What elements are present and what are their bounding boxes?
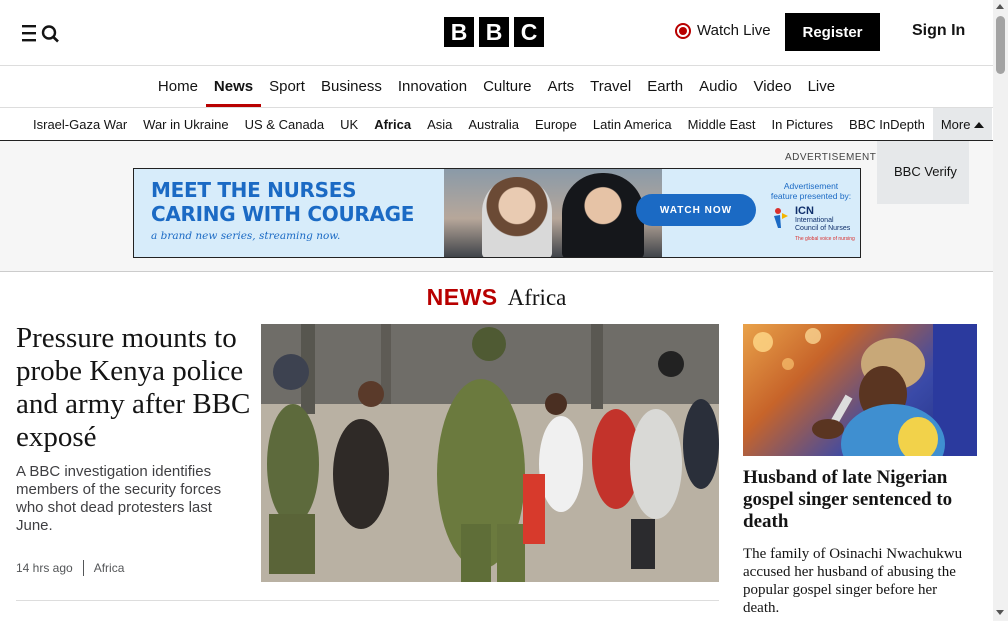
section-divider: [16, 600, 719, 601]
subnav-item-europe[interactable]: Europe: [527, 108, 585, 140]
subnav-item-in-pictures[interactable]: In Pictures: [764, 108, 841, 140]
nav-item-travel[interactable]: Travel: [582, 66, 639, 107]
ad-headline-line2: CARING WITH COURAGE: [151, 202, 415, 226]
ad-feature-line1: Advertisement: [783, 181, 839, 191]
protest-photo: [261, 324, 719, 582]
icn-name-line1: International: [795, 217, 834, 224]
site-header: B B C Watch Live Register Sign In: [0, 0, 993, 66]
menu-icon: [22, 25, 59, 43]
nav-item-innovation[interactable]: Innovation: [390, 66, 475, 107]
caret-up-icon: [974, 122, 985, 128]
nav-item-culture[interactable]: Culture: [475, 66, 539, 107]
lead-story-summary: A BBC investigation identifies members o…: [16, 463, 222, 534]
icn-tagline: The global voice of nursing: [795, 236, 855, 242]
ad-watch-now-button[interactable]: WATCH NOW: [636, 194, 756, 226]
scroll-thumb[interactable]: [996, 16, 1005, 74]
vertical-scrollbar[interactable]: [993, 0, 1008, 621]
ad-headline: MEET THE NURSES CARING WITH COURAGE: [151, 178, 414, 226]
more-menu-button[interactable]: More: [932, 108, 993, 140]
ad-headline-line1: MEET THE NURSES: [151, 178, 357, 202]
watch-live-label: Watch Live: [697, 22, 771, 39]
subnav-item-war-in-ukraine[interactable]: War in Ukraine: [135, 108, 236, 140]
secondary-nav: Israel-Gaza War War in Ukraine US & Cana…: [0, 108, 993, 141]
more-label: More: [940, 117, 971, 132]
subnav-item-us-canada[interactable]: US & Canada: [237, 108, 333, 140]
nav-item-sport[interactable]: Sport: [261, 66, 313, 107]
primary-nav: Home News Sport Business Innovation Cult…: [0, 66, 993, 108]
icn-text: ICN International Council of Nurses The …: [795, 205, 855, 243]
logo-letter: B: [479, 17, 509, 47]
logo-letter: C: [514, 17, 544, 47]
ad-feature-note: Advertisement feature presented by:: [768, 181, 854, 201]
icn-logo: ICN International Council of Nurses The …: [772, 205, 855, 243]
advertisement-banner[interactable]: MEET THE NURSES CARING WITH COURAGE a br…: [133, 168, 861, 258]
lead-story-meta: 14 hrs ago Africa: [16, 560, 124, 576]
subnav-item-latin-america[interactable]: Latin America: [585, 108, 680, 140]
lead-story-title[interactable]: Pressure mounts to probe Kenya police an…: [16, 322, 251, 454]
register-button[interactable]: Register: [785, 13, 880, 51]
scroll-down-icon[interactable]: [996, 610, 1004, 615]
lead-story-tag[interactable]: Africa: [94, 561, 125, 575]
logo-letter: B: [444, 17, 474, 47]
nav-item-news[interactable]: News: [205, 66, 262, 107]
nav-item-live[interactable]: Live: [800, 66, 844, 107]
ad-photo: [444, 169, 662, 257]
side-story-image[interactable]: [743, 324, 977, 456]
icn-logo-icon: [774, 208, 788, 228]
section-brand[interactable]: NEWS: [427, 284, 498, 310]
nav-item-earth[interactable]: Earth: [639, 66, 691, 107]
side-story-title[interactable]: Husband of late Nigerian gospel singer s…: [743, 467, 977, 533]
scroll-up-icon[interactable]: [996, 4, 1004, 9]
menu-search-button[interactable]: [20, 20, 64, 46]
nav-item-video[interactable]: Video: [745, 66, 799, 107]
sign-in-link[interactable]: Sign In: [912, 22, 965, 40]
nav-item-audio[interactable]: Audio: [691, 66, 745, 107]
ad-photo-person: [482, 177, 552, 257]
singer-photo: [753, 324, 977, 456]
advertisement-band: ADVERTISEMENT MEET THE NURSES CARING WIT…: [0, 141, 993, 272]
nav-item-home[interactable]: Home: [150, 66, 206, 107]
subnav-item-africa[interactable]: Africa: [366, 108, 419, 140]
lead-story-image[interactable]: [261, 324, 719, 582]
subnav-item-asia[interactable]: Asia: [419, 108, 460, 140]
meta-separator: [82, 560, 84, 576]
nav-item-business[interactable]: Business: [313, 66, 390, 107]
ad-photo-person: [562, 173, 644, 257]
watch-live-link[interactable]: Watch Live: [675, 22, 771, 39]
nav-item-arts[interactable]: Arts: [539, 66, 582, 107]
section-heading: NEWS Africa: [0, 284, 993, 311]
subnav-item-bbc-indepth[interactable]: BBC InDepth: [841, 108, 933, 140]
subnav-item-israel-gaza-war[interactable]: Israel-Gaza War: [25, 108, 135, 140]
section-name: Africa: [507, 285, 567, 310]
live-icon: [675, 22, 691, 39]
subnav-item-middle-east[interactable]: Middle East: [680, 108, 764, 140]
ad-feature-line2: feature presented by:: [770, 191, 852, 201]
dropdown-item-bbc-verify[interactable]: BBC Verify: [894, 164, 969, 179]
ad-tagline: a brand new series, streaming now.: [151, 230, 341, 242]
subnav-item-australia[interactable]: Australia: [460, 108, 527, 140]
bbc-logo[interactable]: B B C: [444, 17, 544, 47]
advertisement-label: ADVERTISEMENT: [785, 152, 877, 163]
lead-story-time: 14 hrs ago: [16, 561, 73, 575]
icn-short-name: ICN: [795, 205, 814, 217]
icn-name-line2: Council of Nurses: [795, 225, 851, 232]
subnav-item-uk[interactable]: UK: [332, 108, 366, 140]
side-story-summary: The family of Osinachi Nwachukwu accused…: [743, 546, 963, 616]
more-dropdown: BBC Verify: [877, 141, 969, 204]
